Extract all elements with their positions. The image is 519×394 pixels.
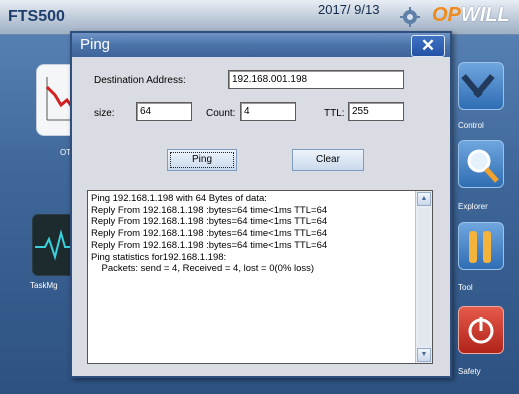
size-label: size: — [94, 108, 115, 119]
wrench-icon — [469, 231, 491, 263]
ping-output-line: Reply From 192.168.1.198 :bytes=64 time<… — [91, 204, 328, 216]
safety-app-icon[interactable] — [458, 306, 504, 354]
ping-output-line: Reply From 192.168.1.198 :bytes=64 time<… — [91, 239, 328, 251]
output-scrollbar[interactable]: ▲ ▼ — [415, 191, 432, 363]
close-button[interactable]: ✕ — [411, 35, 445, 57]
dialog-title-bar: Ping ✕ — [72, 33, 450, 57]
ping-output-line: Reply From 192.168.1.198 :bytes=64 time<… — [91, 216, 328, 228]
explorer-app-icon[interactable] — [458, 140, 504, 188]
safety-app-label: Safety — [458, 367, 481, 376]
ttl-input[interactable] — [348, 102, 404, 121]
ping-output-line: Reply From 192.168.1.198 :bytes=64 time<… — [91, 228, 328, 240]
scroll-track[interactable] — [418, 208, 430, 346]
ping-button[interactable]: Ping — [167, 149, 237, 171]
logo-accent: OP — [432, 4, 461, 26]
ping-dialog: Ping ✕ Destination Address: size: Count:… — [70, 31, 452, 378]
app-title: FTS500 — [8, 8, 65, 25]
ping-output-box[interactable]: Ping 192.168.1.198 with 64 Bytes of data… — [87, 190, 433, 364]
clear-button[interactable]: Clear — [292, 149, 364, 171]
taskmgr-app-label: TaskMg — [30, 281, 58, 290]
explorer-app-label: Explorer — [458, 202, 488, 211]
ping-output-text: Ping 192.168.1.198 with 64 Bytes of data… — [91, 193, 413, 275]
ping-output-line: Packets: send = 4, Received = 4, lost = … — [91, 263, 315, 275]
dialog-title: Ping — [80, 36, 111, 53]
ping-output-line: Ping statistics for192.168.1.198: — [91, 251, 227, 263]
top-bar: FTS500 2017/ 9/13 OPWILL — [0, 0, 519, 35]
count-input[interactable] — [240, 102, 296, 121]
control-app-icon[interactable] — [458, 62, 504, 110]
ttl-label: TTL: — [324, 108, 345, 119]
destination-label: Destination Address: — [94, 75, 186, 86]
desktop: FTS500 2017/ 9/13 OPWILL OT TaskMg Contr… — [0, 0, 519, 394]
tool-app-icon[interactable] — [458, 222, 504, 270]
opwill-logo: OPWILL — [432, 4, 510, 27]
clock-date: 2017/ 9/13 — [318, 2, 380, 17]
tools-icon — [461, 74, 495, 98]
logo-rest: WILL — [460, 4, 510, 26]
scroll-down-arrow-icon[interactable]: ▼ — [417, 348, 431, 362]
size-input[interactable] — [136, 102, 192, 121]
magnifier-icon — [467, 149, 499, 183]
tool-app-label: Tool — [458, 283, 473, 292]
destination-address-input[interactable] — [228, 70, 404, 89]
power-icon — [468, 317, 494, 344]
control-app-label: Control — [458, 121, 484, 130]
settings-icon[interactable] — [398, 6, 422, 28]
scroll-up-arrow-icon[interactable]: ▲ — [417, 192, 431, 206]
ping-output-line: Ping 192.168.1.198 with 64 Bytes of data… — [91, 193, 267, 204]
count-label: Count: — [206, 108, 236, 119]
